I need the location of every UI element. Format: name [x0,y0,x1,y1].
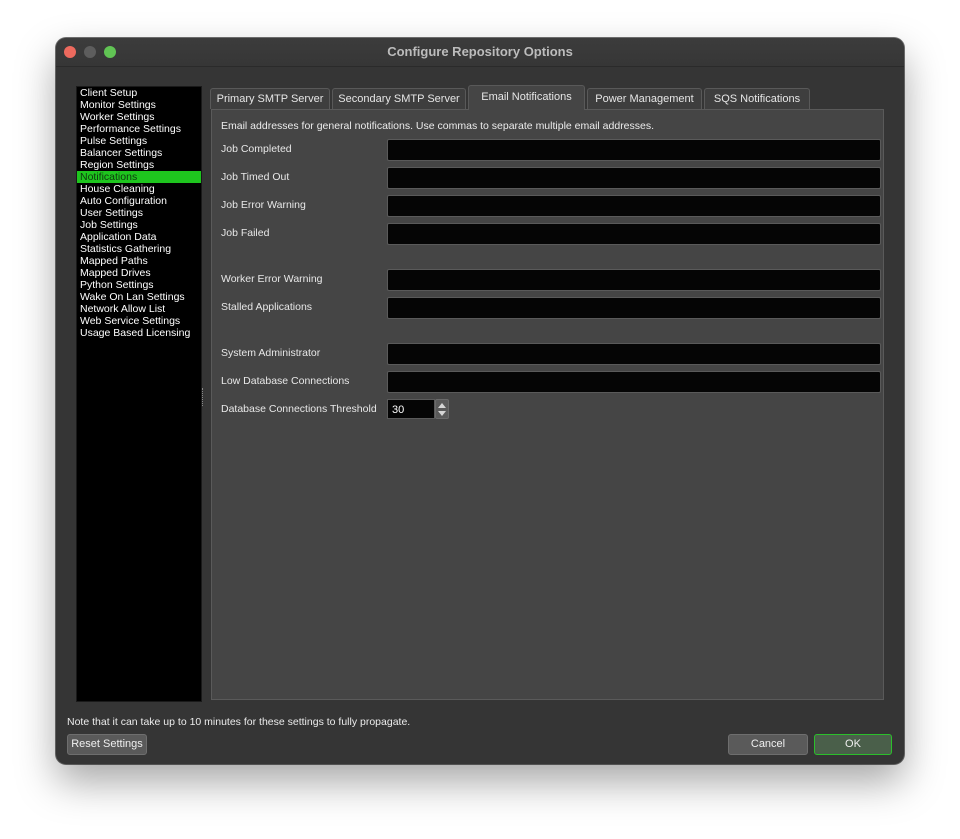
job-timed-out-field[interactable] [387,167,881,189]
tab-secondary-smtp-server[interactable]: Secondary SMTP Server [332,88,466,109]
job-timed-out-label: Job Timed Out [221,171,290,183]
sidebar-item-mapped-drives[interactable]: Mapped Drives [77,267,201,279]
sidebar-item-region-settings[interactable]: Region Settings [77,159,201,171]
email-notifications-panel: Email addresses for general notification… [211,109,884,700]
low-database-connections-row: Low Database Connections [221,371,881,393]
low-database-connections-field[interactable] [387,371,881,393]
sidebar-item-house-cleaning[interactable]: House Cleaning [77,183,201,195]
sidebar-item-notifications[interactable]: Notifications [77,171,201,183]
tab-primary-smtp-server[interactable]: Primary SMTP Server [210,88,330,109]
low-database-connections-label: Low Database Connections [221,375,350,387]
job-completed-label: Job Completed [221,143,292,155]
job-timed-out-row: Job Timed Out [221,167,881,189]
increment-arrow-icon[interactable] [438,403,446,408]
intro-text: Email addresses for general notification… [221,120,655,132]
worker-error-warning-label: Worker Error Warning [221,273,323,285]
stalled-applications-label: Stalled Applications [221,301,313,313]
job-completed-row: Job Completed [221,139,881,161]
settings-category-list[interactable]: Client Setup Monitor Settings Worker Setti… [76,86,202,702]
cancel-button[interactable]: Cancel [728,734,808,755]
title-bar: Configure Repository Options [56,38,904,67]
sidebar-item-balancer-settings[interactable]: Balancer Settings [77,147,201,159]
job-completed-field[interactable] [387,139,881,161]
sidebar-item-pulse-settings[interactable]: Pulse Settings [77,135,201,147]
sidebar-item-web-service-settings[interactable]: Web Service Settings [77,315,201,327]
tab-power-management[interactable]: Power Management [587,88,702,109]
sidebar-item-worker-settings[interactable]: Worker Settings [77,111,201,123]
threshold-spinbox[interactable]: 30 [387,399,449,419]
reset-settings-button[interactable]: Reset Settings [67,734,147,755]
system-administrator-row: System Administrator [221,343,881,365]
window-title: Configure Repository Options [387,44,573,59]
sidebar-item-usage-based-licensing[interactable]: Usage Based Licensing [77,327,201,339]
splitter-handle[interactable] [202,388,205,406]
sidebar-item-statistics-gathering[interactable]: Statistics Gathering [77,243,201,255]
job-error-warning-label: Job Error Warning [221,199,306,211]
job-failed-field[interactable] [387,223,881,245]
sidebar-item-application-data[interactable]: Application Data [77,231,201,243]
propagation-note: Note that it can take up to 10 minutes f… [67,716,411,728]
sidebar-item-python-settings[interactable]: Python Settings [77,279,201,291]
sidebar-item-job-settings[interactable]: Job Settings [77,219,201,231]
sidebar-item-mapped-paths[interactable]: Mapped Paths [77,255,201,267]
threshold-stepper[interactable] [435,399,449,419]
ok-button[interactable]: OK [814,734,892,755]
sidebar-item-auto-configuration[interactable]: Auto Configuration [77,195,201,207]
system-administrator-field[interactable] [387,343,881,365]
sidebar-item-monitor-settings[interactable]: Monitor Settings [77,99,201,111]
threshold-label: Database Connections Threshold [221,403,377,415]
stalled-applications-row: Stalled Applications [221,297,881,319]
job-error-warning-row: Job Error Warning [221,195,881,217]
worker-error-warning-row: Worker Error Warning [221,269,881,291]
worker-error-warning-field[interactable] [387,269,881,291]
threshold-value[interactable]: 30 [387,399,435,419]
sidebar-item-network-allow-list[interactable]: Network Allow List [77,303,201,315]
configure-repository-window: Configure Repository Options Client Setu… [56,38,904,764]
job-failed-label: Job Failed [221,227,270,239]
sidebar-item-performance-settings[interactable]: Performance Settings [77,123,201,135]
sidebar-item-wake-on-lan-settings[interactable]: Wake On Lan Settings [77,291,201,303]
job-error-warning-field[interactable] [387,195,881,217]
sidebar-item-client-setup[interactable]: Client Setup [77,87,201,99]
decrement-arrow-icon[interactable] [438,411,446,416]
threshold-row: Database Connections Threshold 30 [221,399,874,421]
system-administrator-label: System Administrator [221,347,321,359]
job-failed-row: Job Failed [221,223,881,245]
tab-sqs-notifications[interactable]: SQS Notifications [704,88,810,109]
tab-email-notifications[interactable]: Email Notifications [468,85,585,110]
stalled-applications-field[interactable] [387,297,881,319]
sidebar-item-user-settings[interactable]: User Settings [77,207,201,219]
